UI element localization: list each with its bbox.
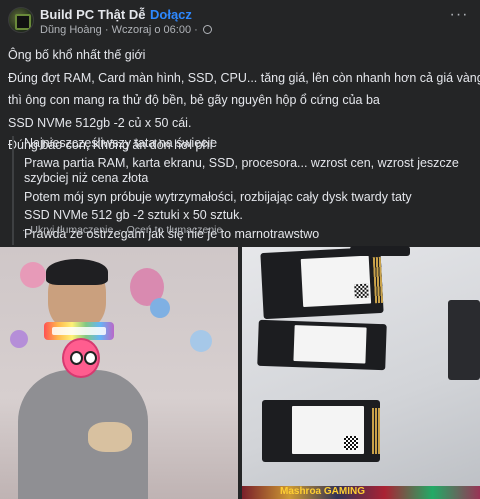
- group-avatar[interactable]: [8, 7, 34, 33]
- ssd-label: [293, 325, 367, 364]
- wall-sticker: [190, 330, 212, 352]
- wall-sticker: [20, 262, 46, 288]
- ssd-side-piece: [448, 300, 480, 380]
- kid-hair: [46, 259, 108, 285]
- ssd-label: [300, 255, 372, 308]
- post-line: Ông bố khổ nhất thế giới: [8, 48, 146, 62]
- post-line: thì ông con mang ra thử độ bền, bẻ gãy n…: [8, 93, 380, 107]
- hide-translation-link[interactable]: Ukryj tłumaczenie: [30, 224, 113, 236]
- link-separator: ·: [118, 224, 125, 236]
- qr-code: [354, 283, 369, 299]
- more-options-button[interactable]: ···: [446, 7, 472, 28]
- author-name-link[interactable]: Dũng Hoàng: [40, 24, 102, 36]
- link-separator: ·: [22, 224, 26, 236]
- post-line: Đúng đợt RAM, Card màn hình, SSD, CPU...…: [8, 70, 480, 85]
- sweater-dog-print: [88, 422, 132, 452]
- translation-line: SSD NVMe 512 gb -2 sztuki x 50 sztuk.: [24, 208, 243, 222]
- bottom-banner-text: Mashroa GAMING: [280, 486, 366, 497]
- post-header: Build PC Thật Dễ · Dołącz Dũng Hoàng · W…: [0, 0, 480, 40]
- ssd-connector: [372, 408, 380, 454]
- ssd-top-1: [260, 246, 384, 320]
- header-separator: ·: [140, 7, 145, 22]
- globe-icon: [202, 25, 212, 34]
- ssd-bottom: [262, 400, 380, 462]
- wall-sticker: [10, 330, 28, 348]
- wall-sticker: [150, 298, 170, 318]
- face-cover-sticker: [62, 338, 100, 378]
- translation-line: Najnieszczęśliwszy tata na świecie: [24, 136, 218, 150]
- qr-code: [344, 436, 358, 450]
- meta-separator: ·: [104, 24, 112, 36]
- translation-links: · Ukryj tłumaczenie · Oceń to tłumaczeni…: [22, 224, 224, 236]
- post-line: SSD NVMe 512gb -2 củ x 50 cái.: [8, 115, 192, 130]
- group-name-link[interactable]: Build PC Thật Dễ: [40, 7, 145, 22]
- meta-separator-2: ·: [194, 24, 201, 36]
- translation-line: Prawa partia RAM, karta ekranu, SSD, pro…: [24, 155, 459, 186]
- ssd-top-2: [350, 246, 410, 256]
- rate-translation-link[interactable]: Oceń to tłumaczenie: [127, 224, 223, 236]
- post-meta: Dũng Hoàng · Wczoraj o 06:00 ·: [40, 24, 212, 36]
- post-time-link[interactable]: Wczoraj o 06:00: [112, 24, 191, 36]
- ssd-middle: [257, 319, 387, 371]
- join-group-button[interactable]: Dołącz: [150, 7, 192, 22]
- translation-line: Potem mój syn próbuje wytrzymałości, roz…: [24, 189, 412, 204]
